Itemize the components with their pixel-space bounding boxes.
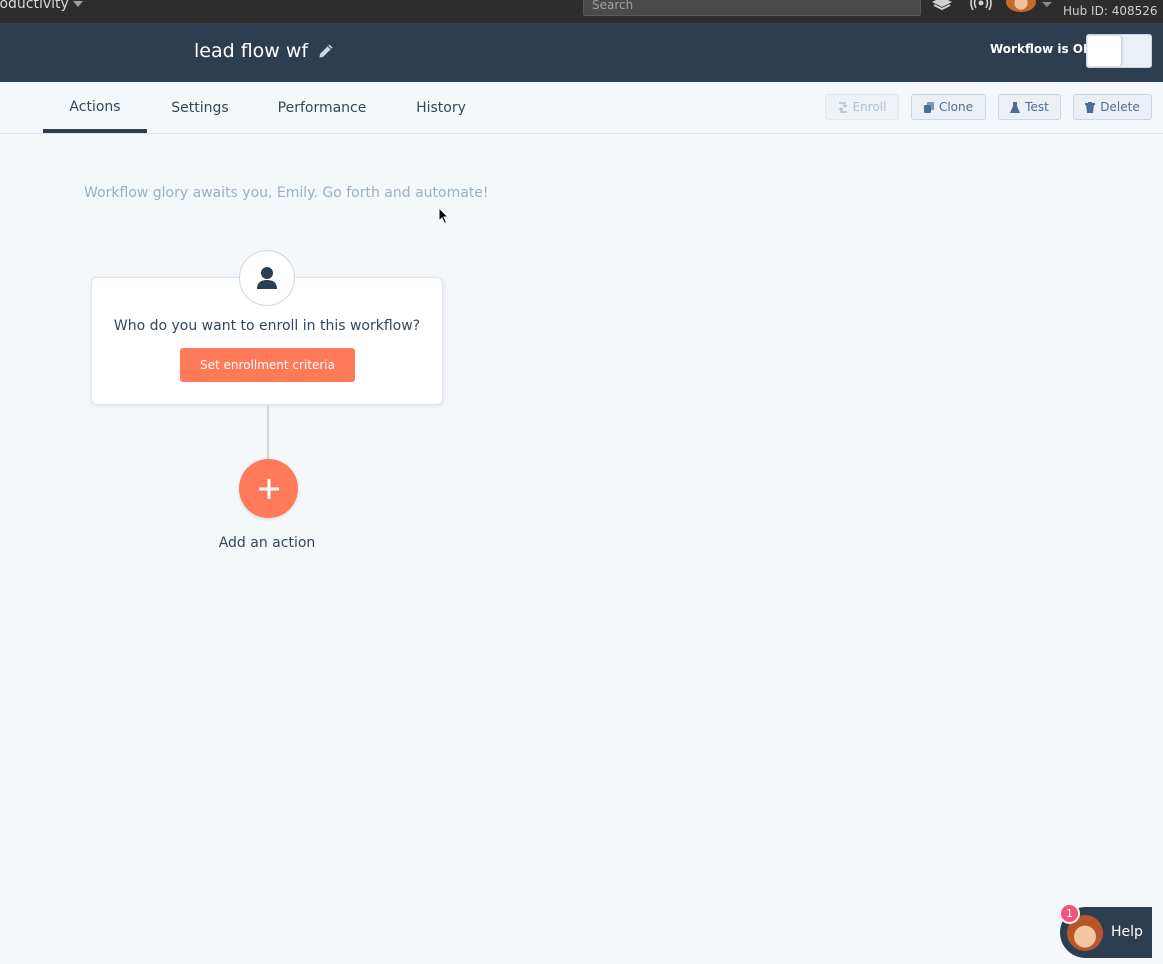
set-enrollment-criteria-button[interactable]: Set enrollment criteria	[180, 348, 355, 382]
add-action-label: Add an action	[218, 535, 316, 551]
global-nav: roductivity Search Hub ID: 408526	[0, 0, 1163, 23]
help-label: Help	[1111, 924, 1143, 940]
tab-label: Performance	[277, 99, 367, 116]
cursor-icon	[438, 207, 450, 225]
workflow-header: lead flow wf Workflow is OFF	[0, 23, 1163, 82]
workflow-title-group: lead flow wf	[194, 40, 334, 62]
test-flask-icon	[1010, 101, 1021, 113]
clone-label: Clone	[938, 100, 974, 114]
delete-button[interactable]: Delete	[1073, 94, 1152, 120]
search-input[interactable]: Search	[583, 0, 921, 16]
tab-settings[interactable]: Settings	[160, 82, 240, 133]
workflow-toggle[interactable]	[1086, 34, 1152, 68]
tab-actions[interactable]: Actions	[43, 82, 147, 133]
enroll-label: Enroll	[852, 100, 887, 114]
test-button[interactable]: Test	[998, 94, 1061, 120]
greeting-message: Workflow glory awaits you, Emily. Go for…	[84, 185, 489, 201]
search-placeholder: Search	[592, 0, 634, 12]
broadcast-icon[interactable]	[970, 0, 992, 10]
layers-icon[interactable]	[932, 0, 952, 11]
enroll-icon	[838, 101, 847, 113]
trash-icon	[1085, 101, 1096, 113]
app-menu-label: roductivity	[0, 0, 69, 12]
workflow-status: Workflow is OFF	[990, 42, 1100, 56]
plus-icon	[258, 478, 279, 499]
tab-label: Settings	[171, 99, 229, 116]
contact-badge	[239, 250, 295, 306]
hub-id: Hub ID: 408526	[1063, 4, 1158, 18]
add-action-button[interactable]	[239, 459, 298, 518]
enrollment-question: Who do you want to enroll in this workfl…	[113, 318, 421, 334]
tab-bar: Actions Settings Performance History Enr…	[0, 82, 1163, 134]
clone-button[interactable]: Clone	[911, 94, 986, 120]
workflow-title[interactable]: lead flow wf	[194, 40, 308, 62]
connector-line	[267, 405, 269, 461]
caret-down-icon[interactable]	[1042, 2, 1052, 7]
delete-label: Delete	[1100, 100, 1140, 114]
caret-down-icon	[72, 1, 83, 7]
app-menu[interactable]: roductivity	[0, 0, 83, 12]
contact-icon	[257, 267, 277, 289]
notification-badge: 1	[1059, 903, 1080, 924]
pencil-icon[interactable]	[318, 43, 334, 59]
toggle-knob	[1088, 36, 1121, 66]
clone-icon	[923, 101, 934, 113]
enroll-button[interactable]: Enroll	[825, 94, 899, 120]
tab-label: History	[416, 99, 466, 116]
tab-label: Actions	[69, 99, 121, 115]
tab-performance[interactable]: Performance	[268, 82, 376, 133]
test-label: Test	[1025, 100, 1049, 114]
tab-history[interactable]: History	[405, 82, 477, 133]
user-avatar[interactable]	[1006, 0, 1036, 12]
